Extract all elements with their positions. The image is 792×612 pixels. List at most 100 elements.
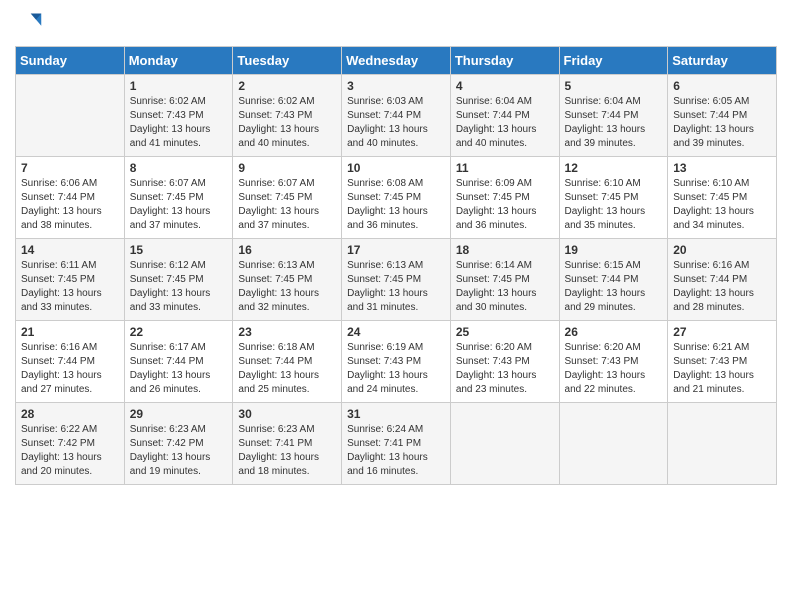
header-saturday: Saturday (668, 47, 777, 75)
calendar-cell: 20 Sunrise: 6:16 AMSunset: 7:44 PMDayligh… (668, 239, 777, 321)
day-info: Sunrise: 6:24 AMSunset: 7:41 PMDaylight:… (347, 423, 445, 479)
day-number: 28 (21, 407, 119, 421)
day-number: 26 (565, 325, 663, 339)
calendar-cell: 19Sunrise: 6:15 AMSunset: 7:44 PMDayligh… (559, 239, 668, 321)
calendar-week-row: 14Sunrise: 6:11 AMSunset: 7:45 PMDayligh… (16, 239, 777, 321)
calendar-cell: 9 Sunrise: 6:07 AMSunset: 7:45 PMDaylight… (233, 157, 342, 239)
day-number: 9 (238, 161, 336, 175)
day-info: Sunrise: 6:04 AMSunset: 7:44 PMDaylight:… (456, 95, 554, 151)
day-info: Sunrise: 6:23 AMSunset: 7:41 PMDaylight:… (238, 423, 336, 479)
calendar-week-row: 28 Sunrise: 6:22 AMSunset: 7:42 PMDayligh… (16, 403, 777, 485)
day-number: 16 (238, 243, 336, 257)
page-header (15, 10, 777, 38)
calendar-table: SundayMondayTuesdayWednesdayThursdayFrid… (15, 46, 777, 485)
calendar-cell: 27 Sunrise: 6:21 AMSunset: 7:43 PMDayligh… (668, 321, 777, 403)
day-info: Sunrise: 6:06 AMSunset: 7:44 PMDaylight:… (21, 177, 119, 233)
day-number: 12 (565, 161, 663, 175)
day-number: 22 (130, 325, 228, 339)
calendar-cell: 2Sunrise: 6:02 AMSunset: 7:43 PMDaylight… (233, 75, 342, 157)
calendar-cell: 6 Sunrise: 6:05 AMSunset: 7:44 PMDaylight… (668, 75, 777, 157)
calendar-cell: 4 Sunrise: 6:04 AMSunset: 7:44 PMDaylight… (450, 75, 559, 157)
header-thursday: Thursday (450, 47, 559, 75)
day-info: Sunrise: 6:20 AMSunset: 7:43 PMDaylight:… (456, 341, 554, 397)
logo-icon (15, 10, 43, 38)
day-number: 30 (238, 407, 336, 421)
calendar-cell: 8 Sunrise: 6:07 AMSunset: 7:45 PMDaylight… (124, 157, 233, 239)
day-number: 3 (347, 79, 445, 93)
calendar-cell (668, 403, 777, 485)
day-number: 8 (130, 161, 228, 175)
day-number: 5 (565, 79, 663, 93)
calendar-cell: 23 Sunrise: 6:18 AMSunset: 7:44 PMDayligh… (233, 321, 342, 403)
day-number: 10 (347, 161, 445, 175)
day-number: 31 (347, 407, 445, 421)
calendar-week-row: 21 Sunrise: 6:16 AMSunset: 7:44 PMDayligh… (16, 321, 777, 403)
calendar-cell: 14Sunrise: 6:11 AMSunset: 7:45 PMDayligh… (16, 239, 125, 321)
day-info: Sunrise: 6:21 AMSunset: 7:43 PMDaylight:… (673, 341, 771, 397)
day-number: 18 (456, 243, 554, 257)
calendar-cell: 30 Sunrise: 6:23 AMSunset: 7:41 PMDayligh… (233, 403, 342, 485)
day-number: 24 (347, 325, 445, 339)
calendar-cell: 3Sunrise: 6:03 AMSunset: 7:44 PMDaylight… (342, 75, 451, 157)
header-sunday: Sunday (16, 47, 125, 75)
calendar-cell: 12 Sunrise: 6:10 AMSunset: 7:45 PMDayligh… (559, 157, 668, 239)
calendar-cell: 25 Sunrise: 6:20 AMSunset: 7:43 PMDayligh… (450, 321, 559, 403)
day-number: 7 (21, 161, 119, 175)
calendar-cell (450, 403, 559, 485)
day-number: 14 (21, 243, 119, 257)
day-info: Sunrise: 6:17 AMSunset: 7:44 PMDaylight:… (130, 341, 228, 397)
day-info: Sunrise: 6:02 AMSunset: 7:43 PMDaylight:… (130, 95, 228, 151)
day-number: 29 (130, 407, 228, 421)
calendar-cell: 26Sunrise: 6:20 AMSunset: 7:43 PMDayligh… (559, 321, 668, 403)
calendar-cell (16, 75, 125, 157)
day-number: 25 (456, 325, 554, 339)
calendar-cell: 13Sunrise: 6:10 AMSunset: 7:45 PMDayligh… (668, 157, 777, 239)
calendar-cell (559, 403, 668, 485)
day-info: Sunrise: 6:22 AMSunset: 7:42 PMDaylight:… (21, 423, 119, 479)
day-number: 20 (673, 243, 771, 257)
calendar-week-row: 1 Sunrise: 6:02 AMSunset: 7:43 PMDaylight… (16, 75, 777, 157)
calendar-cell: 1 Sunrise: 6:02 AMSunset: 7:43 PMDaylight… (124, 75, 233, 157)
day-number: 15 (130, 243, 228, 257)
day-info: Sunrise: 6:04 AMSunset: 7:44 PMDaylight:… (565, 95, 663, 151)
day-number: 4 (456, 79, 554, 93)
calendar-cell: 15 Sunrise: 6:12 AMSunset: 7:45 PMDayligh… (124, 239, 233, 321)
day-number: 17 (347, 243, 445, 257)
header-monday: Monday (124, 47, 233, 75)
calendar-cell: 31 Sunrise: 6:24 AMSunset: 7:41 PMDayligh… (342, 403, 451, 485)
header-wednesday: Wednesday (342, 47, 451, 75)
day-info: Sunrise: 6:05 AMSunset: 7:44 PMDaylight:… (673, 95, 771, 151)
day-info: Sunrise: 6:16 AMSunset: 7:44 PMDaylight:… (21, 341, 119, 397)
day-number: 21 (21, 325, 119, 339)
calendar-week-row: 7 Sunrise: 6:06 AMSunset: 7:44 PMDaylight… (16, 157, 777, 239)
calendar-header-row: SundayMondayTuesdayWednesdayThursdayFrid… (16, 47, 777, 75)
calendar-cell: 22 Sunrise: 6:17 AMSunset: 7:44 PMDayligh… (124, 321, 233, 403)
header-tuesday: Tuesday (233, 47, 342, 75)
day-info: Sunrise: 6:09 AMSunset: 7:45 PMDaylight:… (456, 177, 554, 233)
day-info: Sunrise: 6:19 AMSunset: 7:43 PMDaylight:… (347, 341, 445, 397)
day-info: Sunrise: 6:15 AMSunset: 7:44 PMDaylight:… (565, 259, 663, 315)
day-number: 1 (130, 79, 228, 93)
day-info: Sunrise: 6:18 AMSunset: 7:44 PMDaylight:… (238, 341, 336, 397)
calendar-cell: 24 Sunrise: 6:19 AMSunset: 7:43 PMDayligh… (342, 321, 451, 403)
header-friday: Friday (559, 47, 668, 75)
day-number: 11 (456, 161, 554, 175)
day-number: 6 (673, 79, 771, 93)
day-info: Sunrise: 6:07 AMSunset: 7:45 PMDaylight:… (238, 177, 336, 233)
day-info: Sunrise: 6:07 AMSunset: 7:45 PMDaylight:… (130, 177, 228, 233)
day-info: Sunrise: 6:12 AMSunset: 7:45 PMDaylight:… (130, 259, 228, 315)
day-number: 23 (238, 325, 336, 339)
calendar-cell: 10Sunrise: 6:08 AMSunset: 7:45 PMDayligh… (342, 157, 451, 239)
day-number: 2 (238, 79, 336, 93)
day-info: Sunrise: 6:10 AMSunset: 7:45 PMDaylight:… (565, 177, 663, 233)
day-info: Sunrise: 6:13 AMSunset: 7:45 PMDaylight:… (238, 259, 336, 315)
day-number: 27 (673, 325, 771, 339)
calendar-cell: 11 Sunrise: 6:09 AMSunset: 7:45 PMDayligh… (450, 157, 559, 239)
day-info: Sunrise: 6:14 AMSunset: 7:45 PMDaylight:… (456, 259, 554, 315)
calendar-cell: 28 Sunrise: 6:22 AMSunset: 7:42 PMDayligh… (16, 403, 125, 485)
calendar-cell: 7 Sunrise: 6:06 AMSunset: 7:44 PMDaylight… (16, 157, 125, 239)
day-info: Sunrise: 6:16 AMSunset: 7:44 PMDaylight:… (673, 259, 771, 315)
day-info: Sunrise: 6:13 AMSunset: 7:45 PMDaylight:… (347, 259, 445, 315)
calendar-cell: 18 Sunrise: 6:14 AMSunset: 7:45 PMDayligh… (450, 239, 559, 321)
calendar-cell: 16 Sunrise: 6:13 AMSunset: 7:45 PMDayligh… (233, 239, 342, 321)
